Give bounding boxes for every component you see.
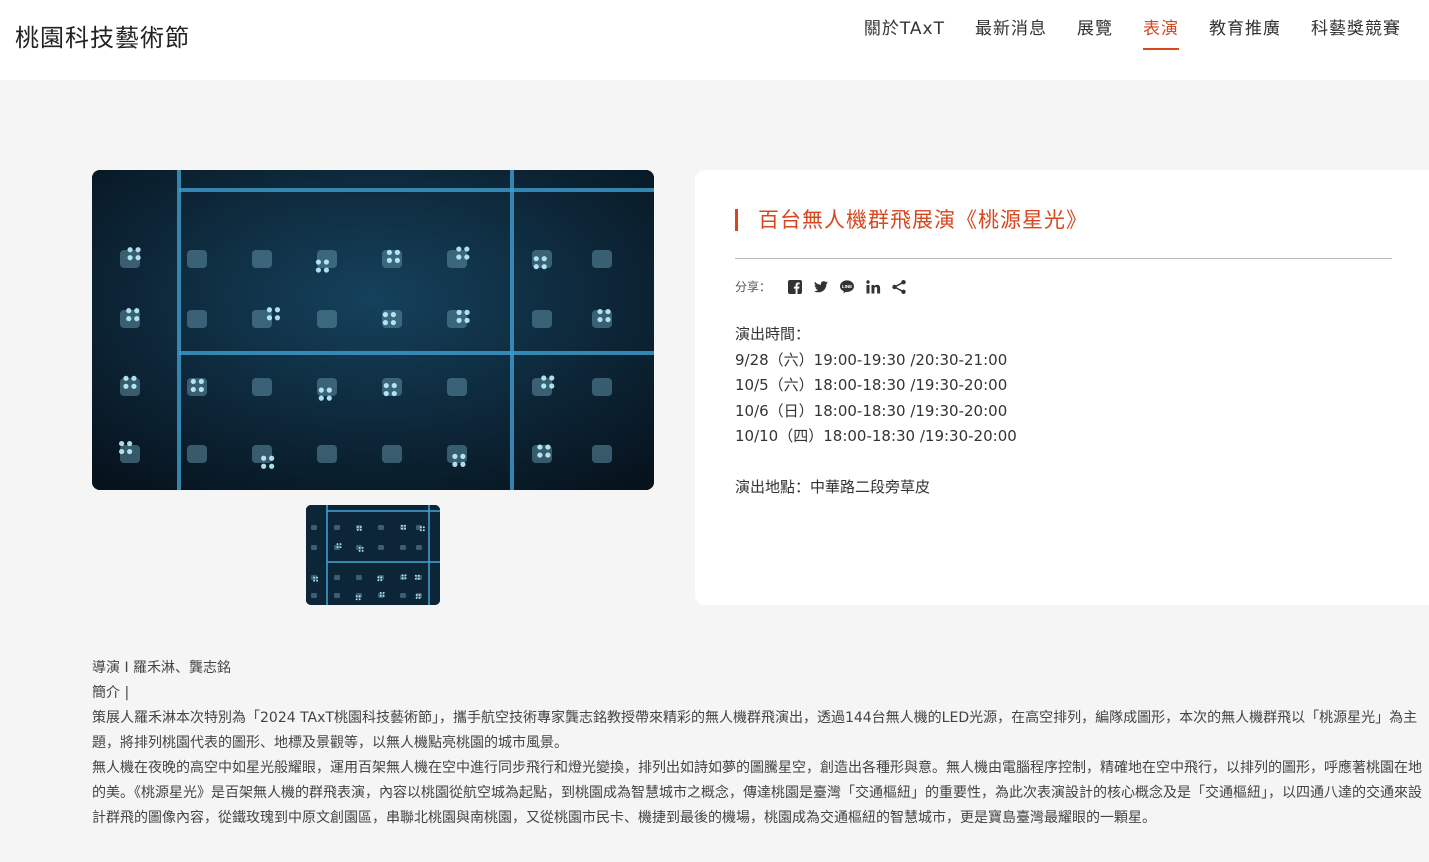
facebook-icon[interactable] [787,279,803,295]
director-credit: 導演 I 羅禾淋、龔志銘 [92,660,232,676]
intro-label: 簡介 | [92,685,130,701]
performance-description: 導演 I 羅禾淋、龔志銘 簡介 | 策展人羅禾淋本次特別為「2024 TAxT桃… [92,656,1427,831]
share-icon[interactable] [891,279,907,295]
twitter-icon[interactable] [813,279,829,295]
nav-item-performance[interactable]: 表演 [1143,16,1179,50]
venue: 演出地點：中華路二段旁草皮 [735,478,931,496]
gallery-thumbnail[interactable] [306,505,440,605]
main-nav: 關於TAxT 最新消息 展覽 表演 教育推廣 科藝獎競賽 [834,16,1401,50]
showtimes: 演出時間： 9/28（六）19:00-19:30 /20:30-21:00 10… [735,322,1017,450]
linkedin-icon[interactable] [865,279,881,295]
description-paragraph: 無人機在夜晚的高空中如星光般耀眼，運用百架無人機在空中進行同步飛行和燈光變換，排… [92,760,1422,826]
svg-text:LINE: LINE [842,284,852,289]
nav-item-award[interactable]: 科藝獎競賽 [1311,16,1401,50]
performance-title: 百台無人機群飛展演《桃源星光》 [735,209,1088,231]
showtime-item: 10/5（六）18:00-18:30 /19:30-20:00 [735,376,1008,394]
performance-main-image [92,170,654,490]
share-bar: 分享： LINE [735,278,907,295]
site-header: 桃園科技藝術節 關於TAxT 最新消息 展覽 表演 教育推廣 科藝獎競賽 [0,0,1429,80]
share-label: 分享： [735,280,772,294]
showtimes-label: 演出時間： [735,325,811,343]
performance-info-card: 百台無人機群飛展演《桃源星光》 分享： LINE 演出時間： 9/28（六）19… [695,170,1429,605]
showtime-item: 10/6（日）18:00-18:30 /19:30-20:00 [735,401,1008,420]
site-title[interactable]: 桃園科技藝術節 [15,18,190,53]
showtime-item: 9/28（六）19:00-19:30 /20:30-21:00 [735,350,1008,369]
showtime-item: 10/10（四）18:00-18:30 /19:30-20:00 [735,427,1017,445]
line-icon[interactable]: LINE [839,279,855,295]
nav-item-about[interactable]: 關於TAxT [864,16,945,50]
description-paragraph: 策展人羅禾淋本次特別為「2024 TAxT桃園科技藝術節」，攜手航空技術專家龔志… [92,710,1418,751]
nav-item-education[interactable]: 教育推廣 [1209,16,1281,50]
title-divider [735,258,1392,259]
nav-item-news[interactable]: 最新消息 [975,16,1047,50]
nav-item-exhibition[interactable]: 展覽 [1077,16,1113,50]
